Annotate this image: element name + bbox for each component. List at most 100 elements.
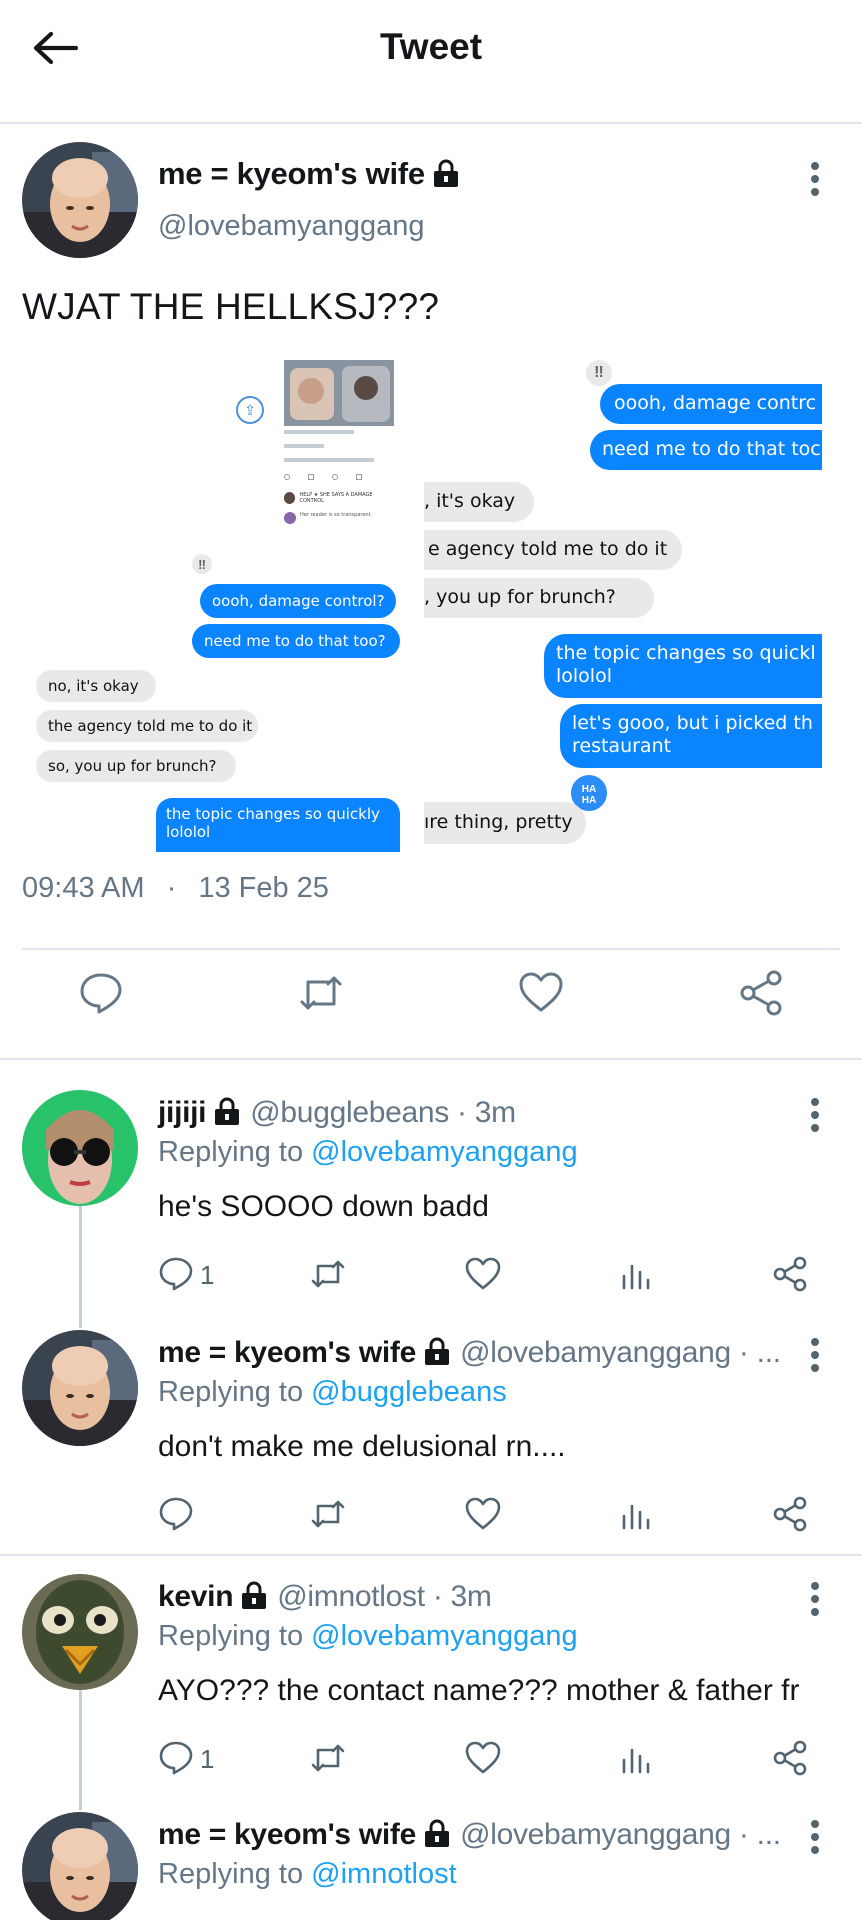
message-bubble: , you up for brunch?: [424, 578, 654, 618]
reply-text: he's SOOOO down badd: [158, 1190, 489, 1223]
message-bubble: oooh, damage contrc: [600, 384, 822, 424]
more-icon[interactable]: [803, 1332, 827, 1378]
avatar[interactable]: [22, 1812, 138, 1920]
reply-text: don't make me delusional rn....: [158, 1430, 566, 1463]
reply-handle[interactable]: @lovebamyanggang · ...: [460, 1336, 781, 1369]
message-bubble: , it's okay: [424, 482, 534, 522]
message-bubble: ıre thing, pretty: [424, 802, 586, 844]
avatar[interactable]: [22, 1574, 138, 1690]
tweet-date: 13 Feb 25: [198, 872, 329, 904]
more-icon[interactable]: [803, 1092, 827, 1138]
reply-handle[interactable]: @lovebamyanggang · ...: [460, 1818, 781, 1851]
lock-icon: [425, 1337, 450, 1365]
message-bubble: the topic changes so quickl lololol: [544, 634, 822, 698]
timestamp-separator: ·: [166, 872, 177, 904]
reply-handle[interactable]: @imnotlost: [277, 1580, 425, 1613]
replying-prefix: Replying to: [158, 1376, 304, 1408]
like-icon[interactable]: [465, 1740, 501, 1776]
replying-prefix: Replying to: [158, 1858, 304, 1890]
lock-icon: [433, 159, 458, 187]
avatar[interactable]: [22, 142, 138, 258]
retweet-icon[interactable]: [310, 1496, 346, 1532]
reply-time: · 3m: [457, 1096, 516, 1129]
thumbnail-row: Her reader is so transparent: [300, 512, 371, 518]
reply-text: AYO??? the contact name??? mother & fath…: [158, 1674, 800, 1707]
thumbnail-photo: [284, 360, 394, 426]
author-name[interactable]: me = kyeom's wife: [158, 156, 461, 192]
reply-icon[interactable]: [78, 970, 124, 1016]
reply-handle[interactable]: @bugglebeans: [250, 1096, 449, 1129]
tweet-text: WJAT THE HELLKSJ???: [22, 286, 440, 327]
reply-count: 1: [200, 1260, 215, 1290]
replying-to-link[interactable]: @lovebamyanggang: [311, 1136, 577, 1168]
more-icon[interactable]: [803, 156, 827, 202]
author-display-name: me = kyeom's wife: [158, 156, 425, 191]
replying-prefix: Replying to: [158, 1136, 304, 1168]
thumbnail-meta: HELP ★ SHE SAYS A DAMAGE CONTROL Her rea…: [284, 430, 394, 530]
replying-to: Replying to @bugglebeans: [158, 1376, 507, 1409]
reply-icon[interactable]: [158, 1740, 194, 1776]
message-bubble: need me to do that toc: [590, 430, 822, 470]
lock-icon: [425, 1819, 450, 1847]
retweet-icon[interactable]: [298, 970, 344, 1016]
share-icon[interactable]: [738, 970, 784, 1016]
share-icon[interactable]: [772, 1256, 808, 1292]
reply-icon[interactable]: [158, 1256, 194, 1292]
reply-display-name[interactable]: me = kyeom's wife: [158, 1818, 416, 1851]
more-icon[interactable]: [803, 1576, 827, 1622]
share-icon[interactable]: [772, 1496, 808, 1532]
reply-display-name[interactable]: kevin: [158, 1580, 234, 1613]
share-icon[interactable]: [772, 1740, 808, 1776]
message-bubble: the agency told me to do it: [36, 710, 258, 742]
like-icon[interactable]: [465, 1496, 501, 1532]
replying-to-link[interactable]: @imnotlost: [311, 1858, 456, 1890]
message-bubble: need me to do that too?: [192, 624, 400, 658]
analytics-icon[interactable]: [618, 1740, 654, 1776]
message-bubble: e agency told me to do it: [424, 530, 682, 570]
reply-header: jijiji @bugglebeans · 3m: [158, 1096, 516, 1130]
share-icon: ⇪: [236, 396, 264, 424]
analytics-icon[interactable]: [618, 1496, 654, 1532]
reply-header: me = kyeom's wife @lovebamyanggang · ...: [158, 1336, 781, 1370]
analytics-icon[interactable]: [618, 1256, 654, 1292]
avatar[interactable]: [22, 1330, 138, 1446]
retweet-icon[interactable]: [310, 1256, 346, 1292]
message-bubble: so, you up for brunch?: [36, 750, 236, 782]
message-bubble: no, it's okay: [36, 670, 156, 702]
reply-header: kevin @imnotlost · 3m: [158, 1580, 492, 1614]
thread-connector: [79, 1206, 82, 1328]
like-icon[interactable]: [465, 1256, 501, 1292]
reply-icon[interactable]: [158, 1496, 194, 1532]
retweet-icon[interactable]: [310, 1740, 346, 1776]
like-icon[interactable]: [518, 970, 564, 1016]
tweet-time: 09:43 AM: [22, 872, 145, 904]
emphasis-reaction: ‼: [190, 552, 214, 576]
reply-count: 1: [200, 1744, 215, 1774]
reply-display-name[interactable]: me = kyeom's wife: [158, 1336, 416, 1369]
thumbnail-row: HELP ★ SHE SAYS A DAMAGE CONTROL: [299, 492, 373, 504]
replying-to: Replying to @lovebamyanggang: [158, 1136, 578, 1169]
lock-icon: [242, 1581, 267, 1609]
more-icon[interactable]: [803, 1814, 827, 1860]
reply-display-name[interactable]: jijiji: [158, 1096, 207, 1129]
section-divider: [0, 1058, 862, 1060]
tweet-timestamp: 09:43 AM · 13 Feb 25: [22, 872, 329, 905]
emphasis-reaction: ‼: [584, 358, 614, 388]
message-bubble: oooh, damage control?: [200, 584, 396, 618]
page-title: Tweet: [379, 26, 483, 67]
replying-prefix: Replying to: [158, 1620, 304, 1652]
tweet-actions: [0, 970, 862, 1040]
divider: [22, 948, 840, 950]
top-bar: Tweet: [0, 0, 862, 124]
lock-icon: [215, 1097, 240, 1125]
replying-to-link[interactable]: @bugglebeans: [311, 1376, 507, 1408]
author-handle[interactable]: @lovebamyanggang: [158, 210, 424, 243]
message-bubble: the topic changes so quickly lololol: [156, 798, 400, 852]
section-divider: [0, 1554, 862, 1556]
reply-header: me = kyeom's wife @lovebamyanggang · ...: [158, 1818, 781, 1852]
reply-time: · 3m: [432, 1580, 492, 1613]
tweet-media-screenshot[interactable]: ⇪ HELP ★ SHE SAYS A DAMAGE CONTROL Her r…: [22, 352, 822, 852]
replying-to-link[interactable]: @lovebamyanggang: [311, 1620, 577, 1652]
message-bubble: let's gooo, but i picked th restaurant: [560, 704, 822, 768]
avatar[interactable]: [22, 1090, 138, 1206]
